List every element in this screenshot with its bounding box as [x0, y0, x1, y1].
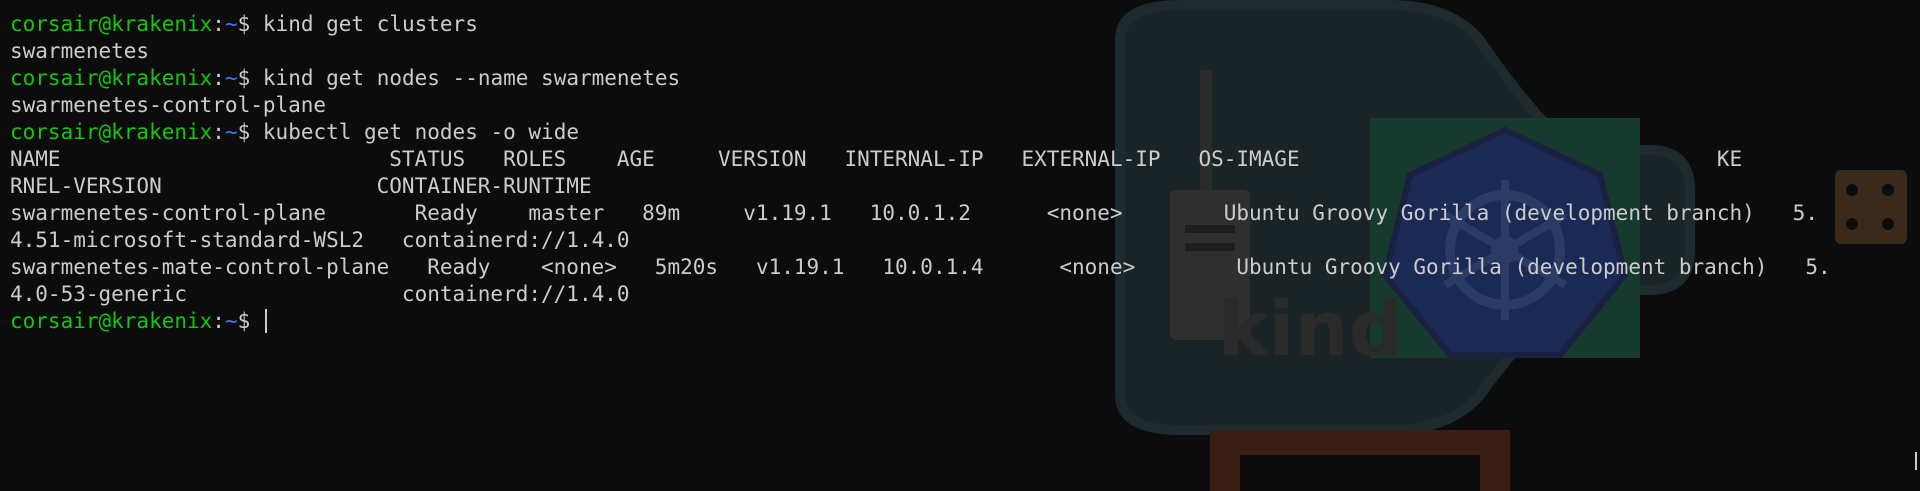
prompt-user-host: corsair@krakenix: [10, 309, 213, 333]
prompt-symbol: $: [237, 12, 263, 36]
command-text: kind get clusters: [262, 12, 478, 36]
prompt-user-host: corsair@krakenix: [10, 120, 213, 144]
output-line: NAME STATUS ROLES AGE VERSION INTERNAL-I…: [10, 147, 1743, 171]
prompt-line: corsair@krakenix:~$ kind get nodes --nam…: [10, 65, 1831, 92]
terminal-window[interactable]: kind corsair@krakenix:~$ kind get cluste…: [0, 0, 1920, 491]
prompt-separator: :: [212, 66, 225, 90]
output-line: swarmenetes-mate-control-plane Ready <no…: [10, 255, 1831, 279]
output-line: swarmenetes: [10, 39, 150, 63]
prompt-path: ~: [224, 309, 238, 333]
prompt-symbol: $: [237, 309, 263, 333]
terminal-output: corsair@krakenix:~$ kind get clusters swa…: [10, 11, 1831, 335]
output-line: 4.0-53-generic containerd://1.4.0: [10, 282, 630, 306]
prompt-path: ~: [224, 12, 238, 36]
prompt-symbol: $: [237, 120, 263, 144]
prompt-line: corsair@krakenix:~$: [10, 308, 1831, 335]
prompt-path: ~: [224, 66, 238, 90]
command-text: kind get nodes --name swarmenetes: [262, 66, 681, 90]
prompt-path: ~: [224, 120, 238, 144]
prompt-separator: :: [212, 12, 225, 36]
prompt-separator: :: [212, 309, 225, 333]
prompt-user-host: corsair@krakenix: [10, 12, 213, 36]
prompt-line: corsair@krakenix:~$ kubectl get nodes -o…: [10, 119, 1831, 146]
output-line: RNEL-VERSION CONTAINER-RUNTIME: [10, 174, 592, 198]
prompt-symbol: $: [237, 66, 263, 90]
prompt-user-host: corsair@krakenix: [10, 66, 213, 90]
output-line: swarmenetes-control-plane Ready master 8…: [10, 201, 1818, 225]
prompt-line: corsair@krakenix:~$ kind get clusters: [10, 11, 1831, 38]
output-line: 4.51-microsoft-standard-WSL2 containerd:…: [10, 228, 630, 252]
output-line: swarmenetes-control-plane: [10, 93, 327, 117]
command-text: kubectl get nodes -o wide: [262, 120, 579, 144]
scrollbar-thumb[interactable]: [1915, 452, 1917, 470]
prompt-separator: :: [212, 120, 225, 144]
text-cursor[interactable]: [264, 309, 267, 333]
